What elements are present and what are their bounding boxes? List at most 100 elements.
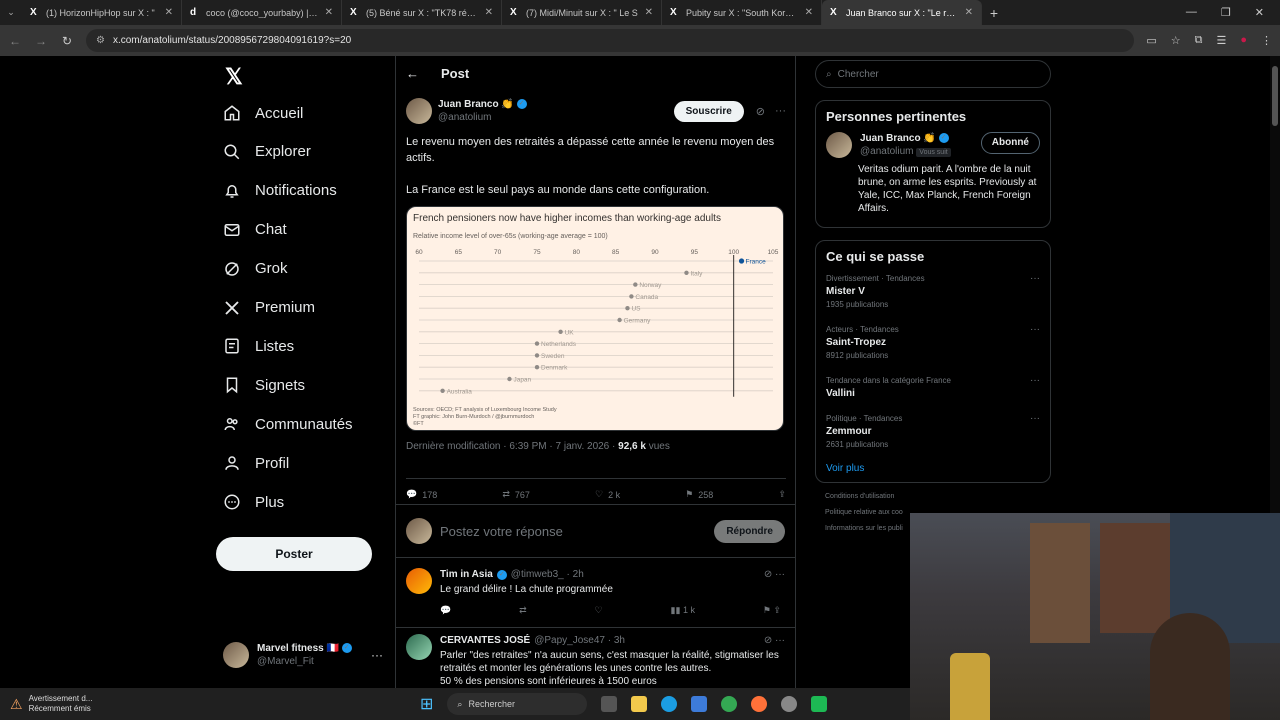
extensions-icon[interactable]: ⧉ <box>1195 34 1203 47</box>
x-logo-icon[interactable]: 𝕏 <box>225 64 243 90</box>
minimize-icon[interactable]: — <box>1186 6 1197 19</box>
reply-author[interactable]: CERVANTES JOSÉ <box>440 634 530 647</box>
browser-tab[interactable]: X (1) HorizonHipHop sur X : " ✕ <box>22 0 182 25</box>
close-window-icon[interactable]: ✕ <box>1255 6 1264 19</box>
reply-button[interactable]: Répondre <box>714 519 785 543</box>
restore-icon[interactable]: ❐ <box>1221 6 1231 19</box>
reply-action[interactable]: 💬 178 <box>406 489 437 500</box>
back-icon[interactable]: ← <box>8 34 22 48</box>
nav-item-label: Chat <box>255 221 287 239</box>
grok-icon[interactable]: ⊘ <box>756 105 765 118</box>
menu-icon[interactable]: ⋮ <box>1261 34 1272 47</box>
nav-item-profil[interactable]: Profil <box>223 454 289 472</box>
browser-tab[interactable]: X (7) Midi/Minuit sur X : " Le S ✕ <box>502 0 662 25</box>
tab-strip-icon[interactable]: ☰ <box>1216 34 1226 47</box>
reply-icon: 💬 <box>406 489 418 499</box>
bookmark-share-icons[interactable]: ⚑ ⇪ <box>763 604 781 617</box>
person-name[interactable]: Juan Branco <box>860 133 921 144</box>
close-tab-icon[interactable]: ✕ <box>965 7 973 18</box>
nav-item-communautés[interactable]: Communautés <box>223 415 353 433</box>
store-icon[interactable] <box>691 696 708 712</box>
like-action[interactable]: ♡ 2 k <box>595 489 620 500</box>
nav-item-accueil[interactable]: Accueil <box>223 104 303 122</box>
new-tab-button[interactable]: + <box>982 5 1006 21</box>
nav-item-plus[interactable]: Plus <box>223 493 284 511</box>
data-point <box>684 270 689 275</box>
app-icon[interactable] <box>811 696 828 712</box>
nav-item-chat[interactable]: Chat <box>223 221 287 239</box>
task-view-icon[interactable] <box>601 696 618 712</box>
author-handle[interactable]: @anatolium <box>438 112 492 123</box>
heart-icon[interactable]: ♡ <box>595 604 603 617</box>
views-action[interactable]: ▮▮ 1 k <box>671 604 695 617</box>
nav-item-premium[interactable]: Premium <box>223 299 315 317</box>
close-tab-icon[interactable]: ✕ <box>645 7 653 18</box>
browser-tab[interactable]: X (5) Béné sur X : "TK78 réagit à l ✕ <box>342 0 502 25</box>
avatar[interactable] <box>406 568 432 594</box>
cast-icon[interactable]: ▭ <box>1146 34 1156 47</box>
close-tab-icon[interactable]: ✕ <box>165 7 173 18</box>
close-tab-icon[interactable]: ✕ <box>325 7 333 18</box>
nav-item-listes[interactable]: Listes <box>223 337 294 355</box>
nav-item-notifications[interactable]: Notifications <box>223 182 337 200</box>
nav-item-grok[interactable]: Grok <box>223 260 288 278</box>
author-name[interactable]: Juan Branco <box>438 99 499 110</box>
reload-icon[interactable]: ↻ <box>60 34 74 48</box>
settings-icon[interactable] <box>781 696 798 712</box>
more-icon[interactable]: ··· <box>1030 272 1040 311</box>
share-icon[interactable]: ⇪ <box>778 489 786 500</box>
more-icon[interactable]: ⊘ ··· <box>764 568 785 581</box>
reply-input[interactable]: Postez votre réponse <box>440 524 706 539</box>
more-icon[interactable]: ⊘ ··· <box>764 634 785 647</box>
forward-icon[interactable]: → <box>34 34 48 48</box>
back-arrow-icon[interactable]: ← <box>406 66 419 81</box>
trend-item[interactable]: Divertissement · Tendances Mister V 1935 p… <box>826 272 1040 311</box>
reply-item[interactable]: Tim in Asia ✓ @timweb3_ · 2h ⊘ ··· Le gr… <box>396 558 795 628</box>
trend-item[interactable]: Acteurs · Tendances Saint-Tropez 8912 publ… <box>826 323 1040 362</box>
bookmark-action[interactable]: ⚑ 258 <box>685 489 713 500</box>
edge-icon[interactable] <box>661 696 678 712</box>
profile-icon[interactable]: ● <box>1240 34 1247 47</box>
windows-start-icon[interactable]: ⊞ <box>420 694 433 714</box>
reply-item[interactable]: CERVANTES JOSÉ @Papy_Jose47 · 3h ⊘ ··· P… <box>396 624 795 688</box>
notification-item[interactable]: ⚠ Avertissement d... Récemment émis <box>0 694 120 714</box>
following-button[interactable]: Abonné <box>980 132 1040 154</box>
avatar[interactable] <box>406 634 432 660</box>
subscribe-button[interactable]: Souscrire <box>673 100 744 122</box>
nav-item-explorer[interactable]: Explorer <box>223 143 311 161</box>
show-more-link[interactable]: Voir plus <box>826 463 1040 474</box>
site-info-icon[interactable]: ⚙ <box>96 35 105 46</box>
repost-action[interactable]: ⇄ 767 <box>502 489 530 500</box>
more-icon[interactable]: ··· <box>1030 323 1040 362</box>
search-input[interactable]: ⌕ Chercher <box>815 60 1051 88</box>
avatar[interactable] <box>406 98 432 124</box>
data-point <box>507 376 512 382</box>
reply-icon[interactable]: 💬 <box>440 604 451 617</box>
browser-tab[interactable]: d coco (@coco_yourbaby) | TikTok ✕ <box>182 0 342 25</box>
url-field[interactable]: ⚙ x.com/anatolium/status/200895672980409… <box>86 29 1135 52</box>
taskbar-search[interactable]: ⌕ Rechercher <box>447 693 588 715</box>
browser-tab[interactable]: X Pubity sur X : "South Korea's pr ✕ <box>662 0 822 25</box>
file-explorer-icon[interactable] <box>631 696 648 712</box>
repost-icon[interactable]: ⇄ <box>519 604 527 617</box>
more-icon[interactable]: ··· <box>775 105 786 118</box>
bookmark-star-icon[interactable]: ☆ <box>1171 34 1181 47</box>
close-tab-icon[interactable]: ✕ <box>805 7 813 18</box>
browser-tab[interactable]: X Juan Branco sur X : "Le reve ✕ <box>822 0 982 25</box>
account-switcher[interactable]: Marvel fitness 🇫🇷 ✓ @Marvel_Fit ··· <box>223 642 383 668</box>
tab-search-icon[interactable]: ⌄ <box>0 7 22 18</box>
chrome-icon[interactable] <box>721 696 738 712</box>
footer-link[interactable]: Conditions d'utilisation <box>825 489 1051 505</box>
firefox-icon[interactable] <box>751 696 768 712</box>
more-icon[interactable]: ··· <box>371 648 383 662</box>
more-icon[interactable]: ··· <box>1030 374 1040 400</box>
close-tab-icon[interactable]: ✕ <box>485 7 493 18</box>
avatar[interactable] <box>826 132 852 158</box>
reply-author[interactable]: Tim in Asia <box>440 568 493 581</box>
trend-item[interactable]: Tendance dans la catégorie France Vallini… <box>826 374 1040 400</box>
chart-image[interactable]: French pensioners now have higher income… <box>406 206 784 431</box>
more-icon[interactable]: ··· <box>1030 412 1040 451</box>
post-button[interactable]: Poster <box>216 537 372 571</box>
trend-item[interactable]: Politique · Tendances Zemmour 2631 publica… <box>826 412 1040 451</box>
nav-item-signets[interactable]: Signets <box>223 376 305 394</box>
